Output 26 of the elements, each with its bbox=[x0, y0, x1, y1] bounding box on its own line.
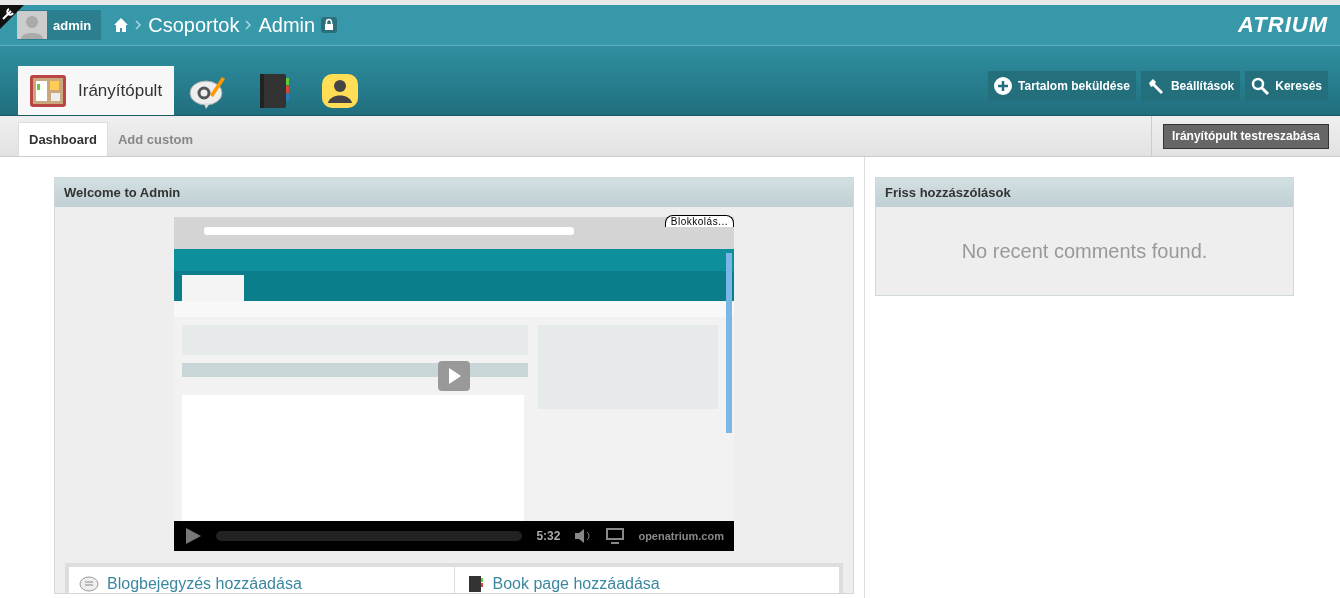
duration-text: 5:32 bbox=[536, 529, 561, 543]
chevron-icon bbox=[245, 20, 253, 30]
play-icon[interactable] bbox=[184, 527, 202, 545]
avatar-icon bbox=[17, 11, 47, 39]
chevron-icon bbox=[135, 20, 143, 30]
play-icon[interactable] bbox=[438, 361, 470, 391]
breadcrumb-link[interactable]: Admin bbox=[258, 13, 316, 37]
speaker-icon[interactable] bbox=[574, 528, 593, 544]
breadcrumb-link[interactable]: Csoportok bbox=[148, 13, 240, 37]
search-icon bbox=[1251, 76, 1270, 95]
home-icon[interactable] bbox=[113, 17, 130, 33]
customize-button[interactable]: Irányítópult testreszabása bbox=[1162, 123, 1329, 149]
empty-message: No recent comments found. bbox=[960, 238, 1209, 264]
progress-track[interactable] bbox=[216, 531, 523, 541]
action-button[interactable]: Keresés bbox=[1245, 70, 1328, 101]
tab[interactable]: Dashboard bbox=[18, 122, 108, 156]
panel-title: Friss hozzászólások bbox=[876, 178, 1293, 207]
app-tab[interactable]: Irányítópult bbox=[18, 66, 175, 115]
action-button[interactable]: Tartalom beküldése bbox=[988, 70, 1136, 101]
overlay-tab[interactable]: Blokkolás... bbox=[664, 215, 734, 227]
logo[interactable]: ATRIUM bbox=[1238, 12, 1328, 38]
action-button[interactable]: Beállítások bbox=[1140, 70, 1241, 101]
monitor-icon[interactable] bbox=[606, 528, 625, 544]
panel-title: Welcome to Admin bbox=[55, 178, 853, 207]
plus-icon bbox=[994, 76, 1013, 95]
brand-link[interactable]: openatrium.com bbox=[638, 530, 724, 542]
